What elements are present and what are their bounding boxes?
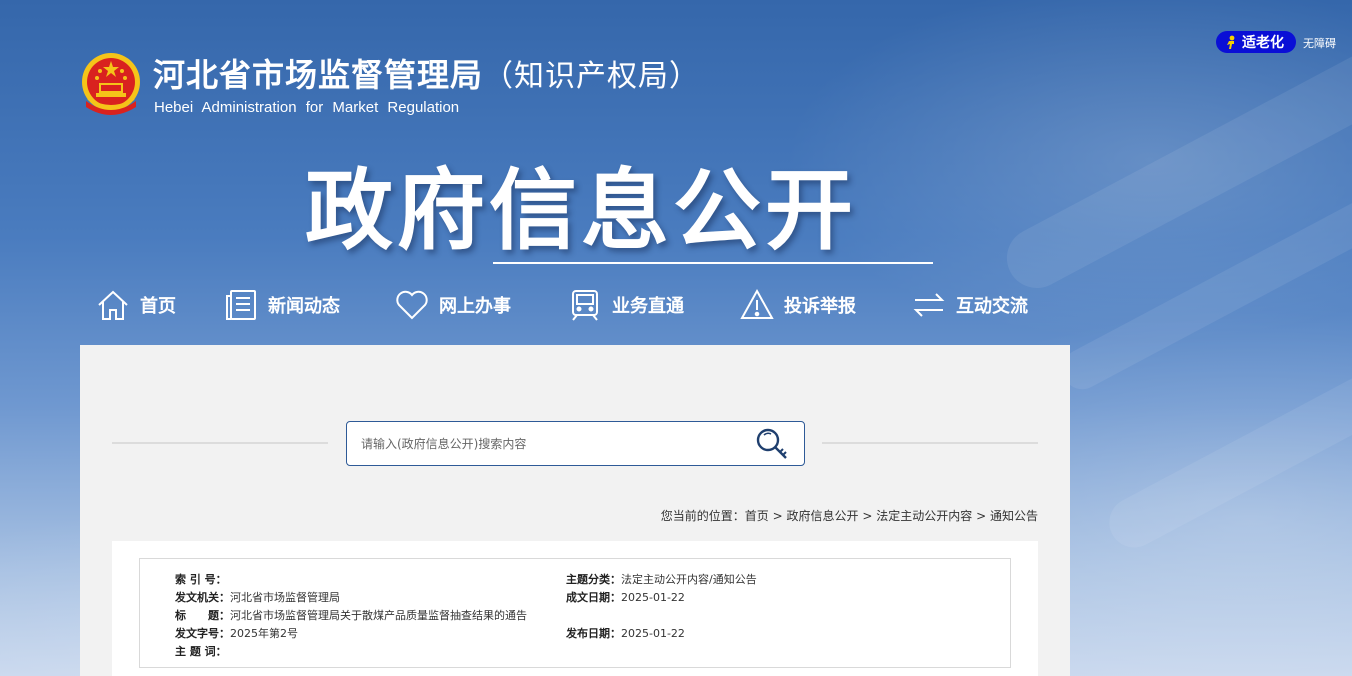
meta-label: 标 题： — [175, 609, 230, 622]
nav-item-label: 新闻动态 — [268, 296, 340, 317]
breadcrumb-statutory[interactable]: 法定主动公开内容 — [876, 509, 972, 523]
nav-item-online-service[interactable]: 网上办事 — [395, 285, 568, 325]
meta-issuer: 发文机关：河北省市场监督管理局 — [175, 589, 340, 605]
article-info-wrapper: 索 引 号： 主题分类：法定主动公开内容/通知公告 发文机关：河北省市场监督管理… — [112, 541, 1038, 676]
meta-published-date: 发布日期：2025-01-22 — [566, 625, 685, 641]
meta-doc-number: 发文字号：2025年第2号 — [175, 625, 298, 641]
home-icon — [98, 290, 128, 320]
banner-underline — [493, 262, 933, 264]
nav-item-label: 首页 — [140, 296, 176, 317]
site-title: 河北省市场监督管理局（知识产权局） — [153, 50, 700, 96]
meta-value: 法定主动公开内容/通知公告 — [621, 573, 757, 586]
meta-value: 河北省市场监督管理局 — [230, 591, 340, 604]
nav-item-label: 业务直通 — [612, 296, 684, 317]
meta-label: 发文机关： — [175, 591, 230, 604]
nav-item-home[interactable]: 首页 — [96, 285, 224, 325]
meta-category: 主题分类：法定主动公开内容/通知公告 — [566, 571, 757, 587]
warning-icon — [740, 288, 774, 319]
accessibility-link[interactable]: 无障碍 — [1303, 35, 1336, 51]
heart-icon — [396, 290, 428, 320]
nav-item-complaint[interactable]: 投诉举报 — [740, 285, 912, 325]
news-icon — [226, 290, 256, 320]
meta-label: 成文日期： — [566, 591, 621, 604]
meta-label: 索 引 号： — [175, 573, 227, 586]
site-title-english: Hebei Administration for Market Regulati… — [154, 99, 460, 116]
meta-label: 主题分类： — [566, 573, 621, 586]
nav-item-business[interactable]: 业务直通 — [568, 285, 740, 325]
elder-person-icon — [1227, 35, 1235, 49]
nav-item-label: 互动交流 — [956, 296, 1028, 317]
divider-left — [112, 442, 328, 444]
meta-index: 索 引 号： — [175, 571, 227, 587]
meta-keywords: 主 题 词： — [175, 643, 227, 659]
search-icon[interactable] — [754, 426, 790, 462]
breadcrumb-notices[interactable]: 通知公告 — [990, 509, 1038, 523]
nav-item-news[interactable]: 新闻动态 — [224, 285, 395, 325]
nav-item-label: 网上办事 — [439, 296, 511, 317]
search-box — [346, 421, 805, 466]
elder-mode-button[interactable]: 适老化 — [1216, 31, 1296, 53]
article-meta-table: 索 引 号： 主题分类：法定主动公开内容/通知公告 发文机关：河北省市场监督管理… — [139, 558, 1011, 668]
meta-label: 主 题 词： — [175, 645, 227, 658]
elder-mode-label: 适老化 — [1242, 35, 1284, 51]
content-panel: 您当前的位置：首页 > 政府信息公开 > 法定主动公开内容 > 通知公告 索 引… — [80, 345, 1070, 676]
meta-label: 发布日期： — [566, 627, 621, 640]
meta-value: 2025-01-22 — [621, 627, 685, 640]
nav-item-label: 投诉举报 — [784, 296, 856, 317]
exchange-icon — [913, 293, 945, 317]
meta-value: 2025年第2号 — [230, 627, 298, 640]
meta-value: 2025-01-22 — [621, 591, 685, 604]
meta-title: 标 题：河北省市场监督管理局关于散煤产品质量监督抽查结果的通告 — [175, 607, 527, 623]
meta-created-date: 成文日期：2025-01-22 — [566, 589, 685, 605]
search-input[interactable] — [361, 432, 741, 456]
breadcrumb-home[interactable]: 首页 — [745, 509, 769, 523]
site-title-suffix: （知识产权局） — [483, 59, 701, 94]
banner-title: 政府信息公开 — [305, 159, 858, 262]
background-streak — [1100, 333, 1352, 557]
breadcrumb-separator: > — [862, 509, 873, 523]
breadcrumb-prefix: 您当前的位置： — [660, 509, 745, 523]
breadcrumb: 您当前的位置：首页 > 政府信息公开 > 法定主动公开内容 > 通知公告 — [661, 507, 1038, 524]
site-title-main: 河北省市场监督管理局 — [153, 56, 484, 94]
breadcrumb-separator: > — [772, 509, 783, 523]
nav-item-interaction[interactable]: 互动交流 — [912, 285, 1052, 325]
divider-right — [822, 442, 1038, 444]
main-nav: 首页 新闻动态 网上办事 业务直通 投诉举报 互动交流 — [96, 285, 1052, 325]
train-icon — [572, 290, 598, 321]
meta-label: 发文字号： — [175, 627, 230, 640]
breadcrumb-separator: > — [976, 509, 987, 523]
meta-value: 河北省市场监督管理局关于散煤产品质量监督抽查结果的通告 — [230, 609, 527, 622]
breadcrumb-gov-info[interactable]: 政府信息公开 — [787, 509, 859, 523]
national-emblem-icon — [82, 53, 140, 115]
